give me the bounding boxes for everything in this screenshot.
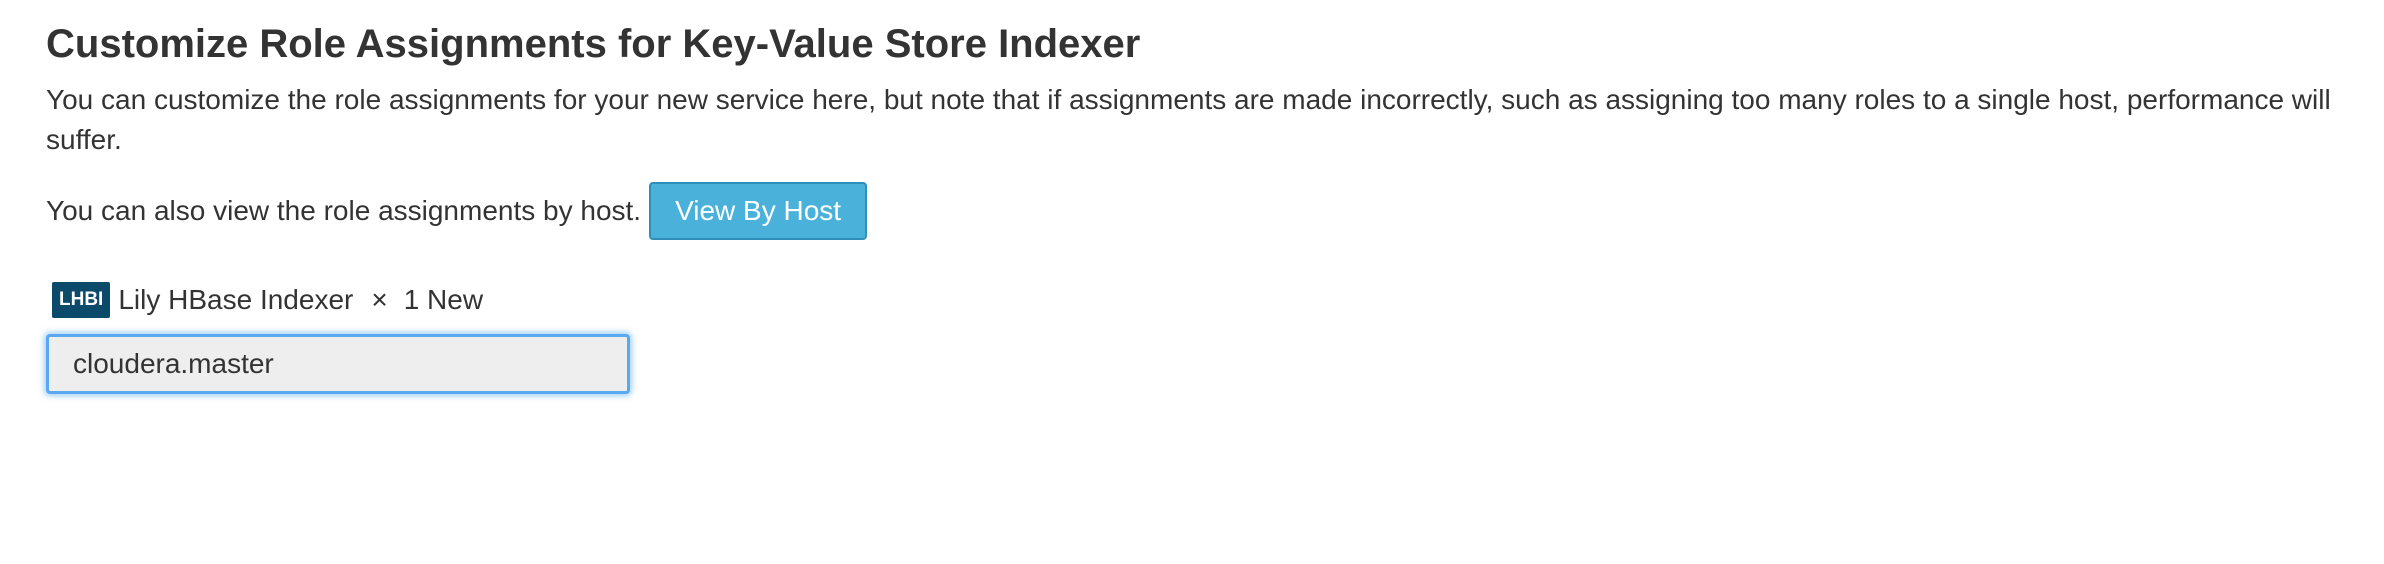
role-badge: LHBI (52, 282, 111, 318)
role-name: Lily HBase Indexer (118, 284, 354, 315)
role-assignment-page: Customize Role Assignments for Key-Value… (0, 0, 2384, 564)
view-by-host-row: You can also view the role assignments b… (46, 182, 2338, 240)
view-by-host-button[interactable]: View By Host (649, 182, 868, 240)
role-count-label: 1 New (403, 284, 484, 315)
times-icon: × (371, 284, 388, 315)
page-description: You can customize the role assignments f… (46, 84, 2331, 155)
page-title: Customize Role Assignments for Key-Value… (46, 22, 1141, 66)
host-selector-field[interactable]: cloudera.master (46, 334, 630, 394)
role-header: LHBI Lily HBase Indexer × 1 New (52, 280, 2338, 320)
view-by-host-text: You can also view the role assignments b… (46, 195, 642, 226)
